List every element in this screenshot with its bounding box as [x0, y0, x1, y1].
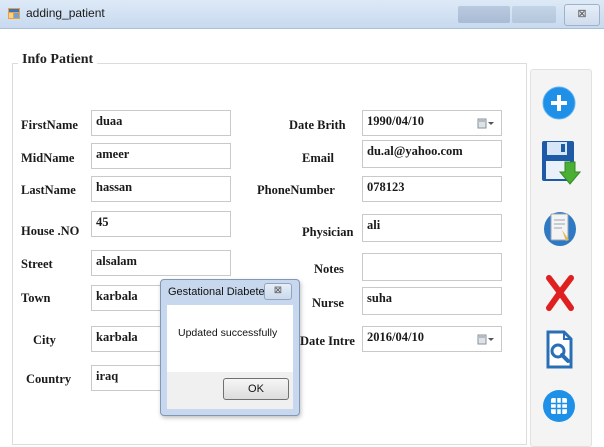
taskbar-ghost: [458, 6, 510, 23]
message-dialog: Gestational Diabetes ⊠ Updated successfu…: [160, 279, 300, 416]
street-field[interactable]: alsalam: [91, 250, 231, 276]
label-physician: Physician: [302, 225, 354, 239]
search-document-icon[interactable]: [544, 330, 576, 370]
lastname-field[interactable]: hassan: [91, 176, 231, 202]
nurse-field[interactable]: suha: [362, 287, 502, 315]
town-field[interactable]: karbala: [91, 285, 167, 311]
house-no-field[interactable]: 45: [91, 211, 231, 237]
date-intre-picker[interactable]: 2016/04/10: [362, 326, 502, 352]
date-intre-value: 2016/04/10: [367, 330, 424, 344]
dialog-close-button[interactable]: ⊠: [264, 283, 292, 300]
physician-field[interactable]: ali: [362, 214, 502, 242]
midname-field[interactable]: ameer: [91, 143, 231, 169]
window-title: adding_patient: [26, 6, 105, 20]
label-midname: MidName: [21, 151, 75, 165]
email-field[interactable]: du.al@yahoo.com: [362, 140, 502, 168]
label-notes: Notes: [314, 262, 344, 276]
notes-field[interactable]: [362, 253, 502, 281]
label-firstname: FirstName: [21, 118, 78, 132]
grid-icon[interactable]: [542, 389, 576, 423]
dialog-body: Updated successfully: [167, 305, 293, 372]
label-lastname: LastName: [21, 183, 76, 197]
title-bar: adding_patient ⊠: [0, 0, 604, 29]
label-house-no: House .NO: [21, 224, 80, 238]
dialog-title: Gestational Diabetes: [168, 286, 271, 298]
dialog-footer: OK: [167, 372, 293, 409]
label-country: Country: [26, 372, 72, 386]
date-birth-picker[interactable]: 1990/04/10: [362, 110, 502, 136]
dialog-message: Updated successfully: [178, 327, 278, 339]
label-street: Street: [21, 257, 53, 271]
notes-icon[interactable]: [542, 208, 578, 248]
label-date-intre: Date Intre: [300, 334, 355, 348]
phone-number-field[interactable]: 078123: [362, 176, 502, 202]
taskbar-ghost: [512, 6, 556, 23]
date-birth-value: 1990/04/10: [367, 114, 424, 128]
country-field[interactable]: iraq: [91, 365, 167, 391]
label-email: Email: [302, 151, 334, 165]
group-title: Info Patient: [18, 52, 98, 68]
ok-button[interactable]: OK: [223, 378, 289, 400]
label-date-birth: Date Brith: [289, 118, 346, 132]
label-phone-number: PhoneNumber: [257, 183, 335, 197]
label-nurse: Nurse: [312, 296, 344, 310]
label-town: Town: [21, 291, 51, 305]
delete-icon[interactable]: [544, 275, 576, 311]
save-icon[interactable]: [541, 140, 581, 186]
form-app-icon: [8, 8, 20, 19]
firstname-field[interactable]: duaa: [91, 110, 231, 136]
window-close-button[interactable]: ⊠: [564, 4, 600, 26]
add-icon[interactable]: [542, 86, 576, 120]
calendar-dropdown-icon[interactable]: [477, 116, 495, 130]
calendar-dropdown-icon[interactable]: [477, 332, 495, 346]
label-city: City: [33, 333, 56, 347]
city-field[interactable]: karbala: [91, 326, 167, 352]
